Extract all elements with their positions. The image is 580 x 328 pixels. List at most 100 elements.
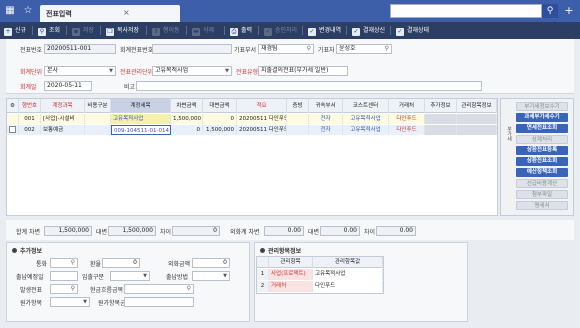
account-voucher-field[interactable] [152, 44, 232, 54]
plus-icon[interactable]: + [562, 4, 576, 18]
cell-credit[interactable]: 0 [203, 114, 237, 124]
row-check[interactable] [7, 114, 19, 124]
approve-button[interactable]: ✓ 승인처리 [264, 25, 297, 36]
attachment-button[interactable]: 첨부파일 [516, 190, 568, 199]
unit-select[interactable]: 본사 ▼ [44, 66, 116, 76]
plus-icon: + [4, 28, 12, 36]
payment-type-select[interactable]: ▼ [110, 271, 150, 281]
voucher-type-field[interactable]: 지출결의전표(부가세 일반) [258, 66, 348, 76]
new-button[interactable]: + 신규 [4, 25, 26, 36]
search-icon[interactable]: ⚲ [307, 45, 311, 53]
dept-field[interactable]: 재경팀 ⚲ [258, 44, 314, 54]
side-tab-vat[interactable]: 부가세 [501, 120, 513, 146]
payment-date-field[interactable] [50, 271, 78, 281]
cell-extra[interactable] [425, 125, 457, 135]
table-row[interactable]: 001 [사업]-시설비 고유목적사업 1,500,000 0 20200511… [7, 114, 497, 124]
cell-mgmt-value[interactable]: 고유목적사업 [313, 269, 383, 280]
search-icon[interactable]: ⚲ [71, 285, 75, 293]
fx-amount-field[interactable]: 0 [192, 258, 230, 268]
writer-label: 기표자 [318, 47, 335, 54]
voucher-no-field[interactable]: 20200511-001 [44, 44, 116, 54]
vat-info-button[interactable]: 부가세정보수기 [516, 102, 568, 111]
copy-save-button[interactable]: ❐ 복사저장 [106, 25, 139, 36]
row-checkbox[interactable] [9, 126, 16, 133]
cell-summary[interactable]: 20200511 다인푸드 [237, 125, 287, 135]
currency-label: 통화 [36, 261, 48, 268]
cell-cost-type[interactable] [85, 114, 111, 124]
currency-field[interactable]: ⚲ [50, 258, 78, 268]
trash-icon: ▬ [192, 28, 200, 36]
tab-voucher-entry[interactable]: 전표입력 × [40, 5, 180, 22]
cell-mgmt[interactable] [457, 114, 497, 124]
account-date-field[interactable]: 2020-05-11 [44, 81, 92, 91]
cashflow-field[interactable]: ⚲ [124, 284, 194, 294]
cell-dept[interactable]: 전자 [309, 114, 343, 124]
cost-item-select[interactable]: ▼ [50, 297, 90, 307]
cell-summary[interactable]: 20200511 다인푸드 [237, 114, 287, 124]
account-date-label: 회계일 [20, 84, 37, 91]
delete-button[interactable]: ▬ 삭제 [192, 25, 214, 36]
bullet-icon [12, 248, 17, 253]
search-icon[interactable]: ⚲ [542, 4, 558, 18]
gear-icon[interactable]: ⚙ [7, 99, 19, 113]
cell-mgmt-value[interactable]: 다인푸드 [313, 281, 383, 292]
table-row[interactable]: 002 보통예금 009-104511-01-014 0 1,500,000 2… [7, 125, 497, 135]
cell-cost-center[interactable]: 고유목적사업 [343, 125, 389, 135]
table-row[interactable]: 1 사업(프로젝트) 고유목적사업 [257, 269, 383, 280]
issue-voucher-field[interactable]: ⚲ [50, 284, 78, 294]
cell-debit[interactable]: 1,500,000 [171, 114, 203, 124]
offset-button[interactable]: 상계처리 [516, 135, 568, 144]
mgmt-unit-select[interactable]: 고유목적사업 ▼ [152, 66, 232, 76]
change-history-button[interactable]: ✓ 변경내역 [308, 25, 341, 36]
cell-cost-center[interactable]: 고유목적사업 [343, 114, 389, 124]
search-icon[interactable]: ⚲ [71, 259, 75, 267]
search-input[interactable] [390, 4, 542, 18]
save-button[interactable]: ▪ 저장 [72, 25, 94, 36]
cell-mgmt[interactable] [457, 125, 497, 135]
repay-inquiry-button[interactable]: 상환전표조회 [516, 157, 568, 166]
cell-credit[interactable]: 1,500,000 [203, 125, 237, 135]
cell-cost-type[interactable] [85, 125, 111, 135]
approval-status-button[interactable]: ✓ 결재상태 [396, 25, 429, 36]
cell-dept[interactable]: 전자 [309, 125, 343, 135]
writer-field[interactable]: 윤성호 ⚲ [336, 44, 392, 54]
approve-icon: ✓ [264, 28, 272, 36]
cell-account[interactable]: 보통예금 [41, 125, 85, 135]
cell-evidence[interactable] [287, 125, 309, 135]
search-icon[interactable]: ⚲ [187, 285, 191, 293]
grid-menu-icon[interactable]: ▦ [4, 5, 16, 17]
star-icon[interactable]: ☆ [22, 5, 34, 17]
divider [346, 26, 347, 35]
dept-label: 기표부서 [234, 47, 257, 54]
cell-row-no: 002 [19, 125, 41, 135]
table-row[interactable]: 2 거래처 다인푸드 [257, 281, 383, 292]
prepaid-button[interactable]: 선급비용계산 [516, 179, 568, 188]
search-icon[interactable]: ⚲ [385, 45, 389, 53]
cell-sub-account[interactable]: 고유목적사업 [111, 114, 171, 124]
memo-field[interactable] [136, 81, 482, 91]
submit-approval-button[interactable]: ✓ 결재상신 [352, 25, 385, 36]
repay-register-button[interactable]: 상환전표등록 [516, 146, 568, 155]
cell-vendor[interactable]: 다인푸드 [389, 125, 425, 135]
cell-sub-account[interactable]: 009-104511-01-014 [111, 125, 171, 135]
chevron-down-icon: ▼ [143, 273, 147, 279]
cashflow-label: 현금흐름금목 [90, 287, 124, 294]
cell-extra[interactable] [425, 114, 457, 124]
row-move-button[interactable]: ↕ 행이동 [152, 25, 180, 36]
cell-vendor[interactable]: 다인푸드 [389, 114, 425, 124]
statement-button[interactable]: 명세서 [516, 201, 568, 210]
voucher-line-grid: ⚙ 행번호 계정과목 비용구분 계정세목 차변금액 대변금액 적요 증빙 귀속부… [6, 98, 498, 216]
cell-account[interactable]: [사업]-시설비 [41, 114, 85, 124]
taxable-vat-button[interactable]: 과세부가세수기 [516, 113, 568, 122]
rate-field[interactable]: 0 [102, 258, 140, 268]
payment-method-select[interactable]: ▼ [192, 271, 230, 281]
cell-debit[interactable]: 0 [171, 125, 203, 135]
print-button[interactable]: ⎙ 출력 [230, 25, 252, 36]
row-check[interactable] [7, 125, 19, 135]
search-button[interactable]: ⚲ 조회 [38, 25, 60, 36]
exempt-voucher-button[interactable]: 면세전표조회 [516, 124, 568, 133]
cost-group-field[interactable] [124, 297, 194, 307]
cell-evidence[interactable] [287, 114, 309, 124]
budget-inquiry-button[interactable]: 예산정책조회 [516, 168, 568, 177]
close-icon[interactable]: × [123, 8, 130, 17]
